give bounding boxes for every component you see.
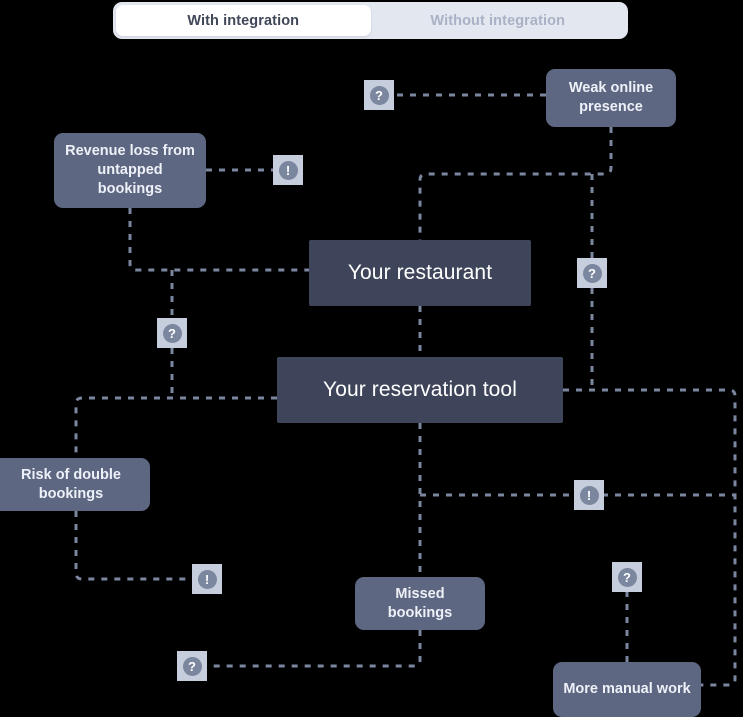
badge-question-right[interactable]: ? [577,258,607,288]
diagram-canvas: With integration Without integration You… [0,0,743,717]
badge-question-bottom[interactable]: ? [177,651,207,681]
badge-question-top[interactable]: ? [364,80,394,110]
wire-missed-to-bottom-bus [207,630,422,668]
toggle-option-with-integration[interactable]: With integration [116,5,371,36]
wire-weak-presence-to-restaurant [418,127,613,240]
question-icon: ? [582,263,602,283]
node-weak-online-presence[interactable]: Weak online presence [546,69,676,127]
wire-reservation-right-rail [563,388,737,687]
wire-risk-to-alert-badge [74,511,192,581]
node-label: Your restaurant [347,261,493,284]
node-missed-bookings[interactable]: Missed bookings [355,577,485,630]
badge-question-manual[interactable]: ? [612,562,642,592]
alert-icon: ! [278,160,298,180]
node-label: Risk of double bookings [21,466,121,502]
alert-icon: ! [579,485,599,505]
question-icon: ? [162,323,182,343]
node-label: Missed bookings [387,585,453,621]
badge-alert-revenue[interactable]: ! [273,155,303,185]
badge-alert-bottom-left[interactable]: ! [192,564,222,594]
node-label: Revenue loss from untapped bookings [65,143,195,197]
question-icon: ? [182,656,202,676]
node-risk-double-bookings[interactable]: Risk of double bookings [0,458,150,511]
toggle-option-label: Without integration [430,12,566,29]
node-label: Your reservation tool [323,378,517,401]
integration-toggle[interactable]: With integration Without integration [113,2,628,39]
toggle-option-without-integration[interactable]: Without integration [371,5,626,36]
badge-alert-right[interactable]: ! [574,480,604,510]
question-icon: ? [617,567,637,587]
node-your-reservation-tool[interactable]: Your reservation tool [277,357,563,423]
node-your-restaurant[interactable]: Your restaurant [309,240,531,306]
toggle-option-label: With integration [187,12,300,29]
wire-reservation-to-risk [74,396,277,458]
node-revenue-loss[interactable]: Revenue loss from untapped bookings [54,133,206,208]
node-label: Weak online presence [568,80,654,115]
node-more-manual-work[interactable]: More manual work [553,662,701,717]
node-label: More manual work [563,681,691,697]
question-icon: ? [369,85,389,105]
alert-icon: ! [197,569,217,589]
wire-revenue-loss-to-restaurant [128,208,310,272]
badge-question-left[interactable]: ? [157,318,187,348]
